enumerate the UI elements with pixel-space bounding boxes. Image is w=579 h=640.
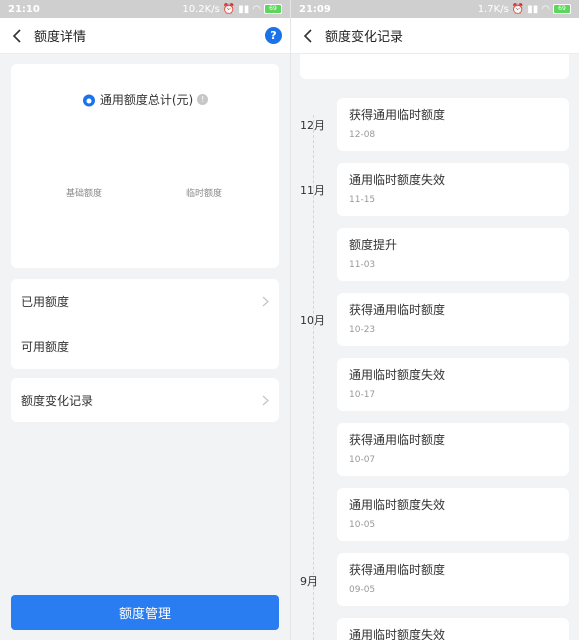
record-date: 10-07 — [349, 455, 376, 465]
nav-bar: 额度详情 ? — [0, 18, 290, 54]
chevron-right-icon — [262, 296, 269, 306]
record-title: 获得通用临时额度 — [349, 303, 446, 317]
page-title: 额度变化记录 — [325, 30, 404, 45]
month-label: 11月 — [300, 184, 325, 197]
used-quota-label: 已用额度 — [21, 294, 70, 309]
record-title: 通用临时额度失效 — [349, 628, 446, 640]
record-item[interactable]: 获得通用临时额度 12-08 — [337, 98, 569, 151]
wifi-icon: ◠ — [252, 3, 261, 15]
quota-summary-card: 通用额度总计(元) ! 基础额度 临时额度 — [11, 64, 279, 268]
record-title: 通用临时额度失效 — [349, 368, 446, 382]
record-date: 11-03 — [349, 260, 376, 270]
record-date: 12-08 — [349, 130, 376, 140]
record-item[interactable]: 获得通用临时额度 10-23 — [337, 293, 569, 346]
quota-records-row[interactable]: 额度变化记录 — [11, 378, 279, 422]
right-screen: 21:09 1.7K/s ⏰ ▮▮ ◠ 69 额度变化记录 12月 11月 10… — [291, 0, 579, 640]
record-title: 获得通用临时额度 — [349, 563, 446, 577]
record-item[interactable]: 获得通用临时额度 09-05 — [337, 553, 569, 606]
back-button[interactable] — [299, 27, 317, 45]
nav-bar: 额度变化记录 — [291, 18, 579, 54]
status-time: 21:10 — [8, 3, 40, 15]
signal-icon: ▮▮ — [238, 3, 250, 15]
summary-heading: 通用额度总计(元) ! — [11, 91, 279, 108]
available-quota-row: 可用额度 — [11, 324, 279, 368]
network-speed: 10.2K/s — [182, 3, 220, 15]
help-button[interactable]: ? — [265, 27, 282, 44]
info-icon[interactable]: ! — [197, 94, 209, 105]
month-label: 10月 — [300, 314, 325, 327]
record-item[interactable]: 通用临时额度失效 11-15 — [337, 163, 569, 216]
status-bar: 21:10 10.2K/s ⏰ ▮▮ ◠ 69 — [0, 0, 290, 18]
status-time: 21:09 — [299, 3, 331, 15]
record-title: 获得通用临时额度 — [349, 108, 446, 122]
network-speed: 1.7K/s — [477, 3, 509, 15]
record-item[interactable]: 额度提升 11-03 — [337, 228, 569, 281]
record-title: 额度提升 — [349, 238, 398, 252]
battery-icon: 69 — [553, 4, 571, 14]
status-bar: 21:09 1.7K/s ⏰ ▮▮ ◠ 69 — [291, 0, 579, 18]
alarm-icon: ⏰ — [511, 3, 525, 15]
wifi-icon: ◠ — [541, 3, 550, 15]
alarm-icon: ⏰ — [222, 3, 236, 15]
signal-icon: ▮▮ — [527, 3, 539, 15]
month-label: 9月 — [300, 575, 318, 588]
records-card: 额度变化记录 — [11, 378, 279, 422]
record-title: 通用临时额度失效 — [349, 173, 446, 187]
usage-card: 已用额度 可用额度 — [11, 279, 279, 369]
base-quota-label: 基础额度 — [66, 189, 103, 199]
quota-manage-button[interactable]: 额度管理 — [11, 595, 279, 630]
quota-logo-icon — [82, 94, 95, 106]
left-screen: 21:10 10.2K/s ⏰ ▮▮ ◠ 69 额度详情 ? 通用额度总计(元)… — [0, 0, 290, 640]
available-quota-label: 可用额度 — [21, 339, 70, 354]
back-button[interactable] — [8, 27, 26, 45]
quota-records-label: 额度变化记录 — [21, 393, 94, 408]
record-date: 10-23 — [349, 325, 376, 335]
record-item[interactable]: 获得通用临时额度 10-07 — [337, 423, 569, 476]
month-label: 12月 — [300, 119, 325, 132]
record-date: 09-05 — [349, 585, 376, 595]
record-date: 10-17 — [349, 390, 376, 400]
record-title: 通用临时额度失效 — [349, 498, 446, 512]
record-date: 10-05 — [349, 520, 376, 530]
record-item[interactable]: 通用临时额度失效 10-17 — [337, 358, 569, 411]
previous-card-stub — [300, 54, 569, 79]
summary-title: 通用额度总计(元) — [99, 93, 194, 107]
temp-quota-label: 临时额度 — [186, 189, 223, 199]
record-date: 11-15 — [349, 195, 376, 205]
used-quota-row[interactable]: 已用额度 — [11, 279, 279, 323]
record-item[interactable]: 通用临时额度失效 10-05 — [337, 488, 569, 541]
help-icon: ? — [270, 29, 277, 42]
chevron-left-icon — [12, 28, 21, 43]
chevron-right-icon — [262, 395, 269, 405]
record-title: 获得通用临时额度 — [349, 433, 446, 447]
chevron-left-icon — [303, 28, 312, 43]
record-item[interactable]: 通用临时额度失效 — [337, 618, 569, 640]
page-title: 额度详情 — [34, 30, 87, 45]
battery-icon: 69 — [264, 4, 282, 14]
